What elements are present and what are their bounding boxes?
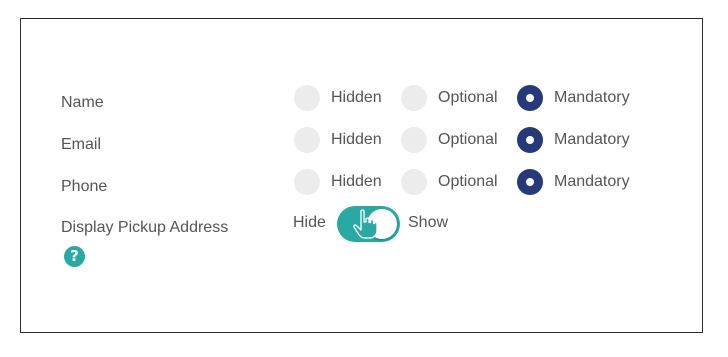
email-option-hidden[interactable]: Hidden <box>294 126 382 154</box>
email-hidden-radio[interactable] <box>294 127 320 153</box>
name-option-hidden[interactable]: Hidden <box>294 84 382 112</box>
name-mandatory-radio[interactable] <box>517 85 543 111</box>
email-optional-radio[interactable] <box>401 127 427 153</box>
field-label-phone: Phone <box>61 178 108 195</box>
field-row-email: Email Hidden Optional Mandatory <box>21 126 702 156</box>
phone-optional-radio[interactable] <box>401 169 427 195</box>
phone-option-mandatory[interactable]: Mandatory <box>517 168 630 196</box>
name-optional-radio[interactable] <box>401 85 427 111</box>
name-hidden-radio[interactable] <box>294 85 320 111</box>
name-option-optional[interactable]: Optional <box>401 84 498 112</box>
field-label-email: Email <box>61 136 102 153</box>
question-circle-icon[interactable]: ? <box>64 246 85 267</box>
phone-hidden-radio[interactable] <box>294 169 320 195</box>
field-row-name: Name Hidden Optional Mandatory <box>21 84 702 114</box>
email-option-mandatory[interactable]: Mandatory <box>517 126 630 154</box>
phone-option-hidden[interactable]: Hidden <box>294 168 382 196</box>
name-mandatory-label: Mandatory <box>554 89 630 106</box>
email-hidden-label: Hidden <box>331 131 382 148</box>
field-row-phone: Phone Hidden Optional Mandatory <box>21 168 702 198</box>
hand-pointer-icon <box>353 209 378 239</box>
field-label-name: Name <box>61 94 104 111</box>
phone-mandatory-radio[interactable] <box>517 169 543 195</box>
phone-hidden-label: Hidden <box>331 173 382 190</box>
toggle-off-label: Hide <box>293 214 326 231</box>
field-label-pickup-address: Display Pickup Address <box>61 219 229 236</box>
name-option-mandatory[interactable]: Mandatory <box>517 84 630 112</box>
email-option-optional[interactable]: Optional <box>401 126 498 154</box>
phone-option-optional[interactable]: Optional <box>401 168 498 196</box>
toggle-on-label: Show <box>408 214 449 231</box>
email-optional-label: Optional <box>438 131 498 148</box>
contact-fields-settings-panel: Name Hidden Optional Mandatory Email Hid… <box>20 18 703 333</box>
name-hidden-label: Hidden <box>331 89 382 106</box>
email-mandatory-radio[interactable] <box>517 127 543 153</box>
phone-optional-label: Optional <box>438 173 498 190</box>
name-optional-label: Optional <box>438 89 498 106</box>
email-mandatory-label: Mandatory <box>554 131 630 148</box>
phone-mandatory-label: Mandatory <box>554 173 630 190</box>
